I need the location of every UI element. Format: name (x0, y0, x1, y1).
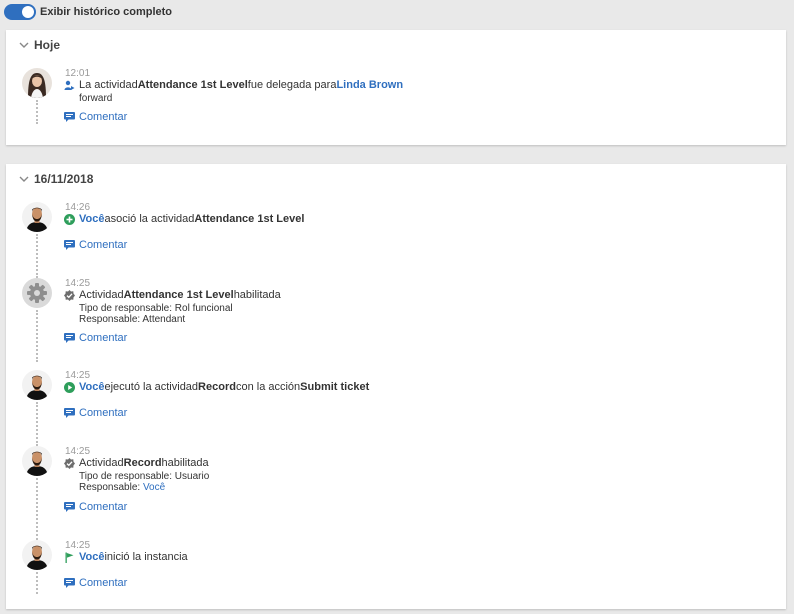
entry-text-part: asoció la actividad (104, 213, 195, 225)
section-header[interactable]: Hoje (18, 38, 60, 52)
entry-time: 14:26 (65, 202, 91, 213)
timeline-connector (36, 402, 38, 446)
check-badge-icon (64, 457, 75, 469)
activity-name: Attendance 1st Level (123, 289, 234, 301)
avatar (22, 540, 52, 570)
section-title: 16/11/2018 (34, 172, 94, 186)
comment-link[interactable]: Comentar (64, 111, 127, 123)
comment-link[interactable]: Comentar (64, 577, 127, 589)
section-today: Hoje 12:01 La actividad Attendance 1st L… (6, 30, 786, 145)
entry-detail: forward (79, 93, 113, 104)
action-name: Submit ticket (300, 381, 370, 393)
activity-name: Attendance 1st Level (194, 213, 305, 225)
flag-icon (65, 552, 74, 563)
avatar (22, 68, 52, 98)
user-link[interactable]: Você (79, 551, 104, 563)
entry-text-part: Actividad (79, 289, 124, 301)
timeline-connector (36, 572, 38, 594)
entry-text: Actividad Record habilitada (64, 457, 209, 469)
timeline-connector (36, 478, 38, 540)
entry-text: Você asoció la actividad Attendance 1st … (64, 213, 304, 225)
comment-icon (64, 333, 75, 343)
entry-time: 14:25 (65, 540, 91, 551)
section-header[interactable]: 16/11/2018 (18, 172, 93, 186)
activity-name: Record (198, 381, 236, 393)
comment-link[interactable]: Comentar (64, 332, 127, 344)
detail-label: Responsable: (79, 482, 143, 493)
avatar (22, 278, 52, 308)
comment-label: Comentar (79, 239, 128, 251)
delegate-icon (64, 80, 75, 90)
timeline-connector (36, 310, 38, 362)
entry-text-part: La actividad (79, 79, 138, 91)
avatar (22, 370, 52, 400)
user-link[interactable]: Você (79, 381, 104, 393)
timeline-connector (36, 234, 38, 278)
full-history-toggle[interactable] (4, 4, 36, 20)
activity-name: Attendance 1st Level (137, 79, 248, 91)
activity-name: Record (123, 457, 162, 469)
comment-link[interactable]: Comentar (64, 407, 127, 419)
entry-text-part: con la acción (235, 381, 301, 393)
entry-time: 14:25 (65, 370, 91, 381)
history-toggle-row: Exibir histórico completo (4, 3, 172, 21)
section-title: Hoje (34, 38, 61, 52)
comment-label: Comentar (79, 501, 128, 513)
chevron-down-icon[interactable] (18, 173, 30, 185)
entry-text-part: ejecutó la actividad (104, 381, 199, 393)
entry-text-part: habilitada (233, 289, 281, 301)
entry-time: 14:25 (65, 446, 91, 457)
entry-text-part: Actividad (79, 457, 124, 469)
play-circle-icon (64, 381, 75, 393)
entry-detail: Tipo de responsable: Rol funcional (79, 303, 233, 314)
timeline-connector (36, 100, 38, 124)
entry-detail: Responsable: Attendant (79, 314, 186, 325)
entry-text-part: fue delegada para (247, 79, 337, 91)
entry-detail: Tipo de responsable: Usuario (79, 471, 210, 482)
comment-link[interactable]: Comentar (64, 501, 127, 513)
toggle-knob (22, 6, 34, 18)
section-date: 16/11/2018 14:26 Você asoció la activida… (6, 164, 786, 609)
plus-circle-icon (64, 213, 75, 225)
entry-text-part: inició la instancia (104, 551, 188, 563)
entry-time: 14:25 (65, 278, 91, 289)
chevron-down-icon[interactable] (18, 39, 30, 51)
comment-icon (64, 112, 75, 122)
avatar (22, 202, 52, 232)
toggle-label: Exibir histórico completo (40, 6, 173, 18)
comment-icon (64, 578, 75, 588)
entry-time: 12:01 (65, 68, 91, 79)
comment-label: Comentar (79, 332, 128, 344)
user-link[interactable]: Você (143, 482, 165, 493)
check-badge-icon (64, 289, 75, 301)
comment-icon (64, 502, 75, 512)
comment-icon (64, 240, 75, 250)
user-link[interactable]: Você (79, 213, 104, 225)
user-link[interactable]: Linda Brown (336, 79, 403, 91)
comment-label: Comentar (79, 577, 128, 589)
entry-text-part: habilitada (161, 457, 209, 469)
entry-text: La actividad Attendance 1st Level fue de… (64, 79, 403, 91)
entry-text: Actividad Attendance 1st Level habilitad… (64, 289, 281, 301)
entry-detail: Responsable: Você (79, 482, 165, 493)
comment-label: Comentar (79, 407, 128, 419)
entry-text: Você inició la instancia (64, 551, 188, 563)
comment-link[interactable]: Comentar (64, 239, 127, 251)
comment-label: Comentar (79, 111, 128, 123)
entry-text: Você ejecutó la actividad Record con la … (64, 381, 369, 393)
avatar (22, 446, 52, 476)
comment-icon (64, 408, 75, 418)
